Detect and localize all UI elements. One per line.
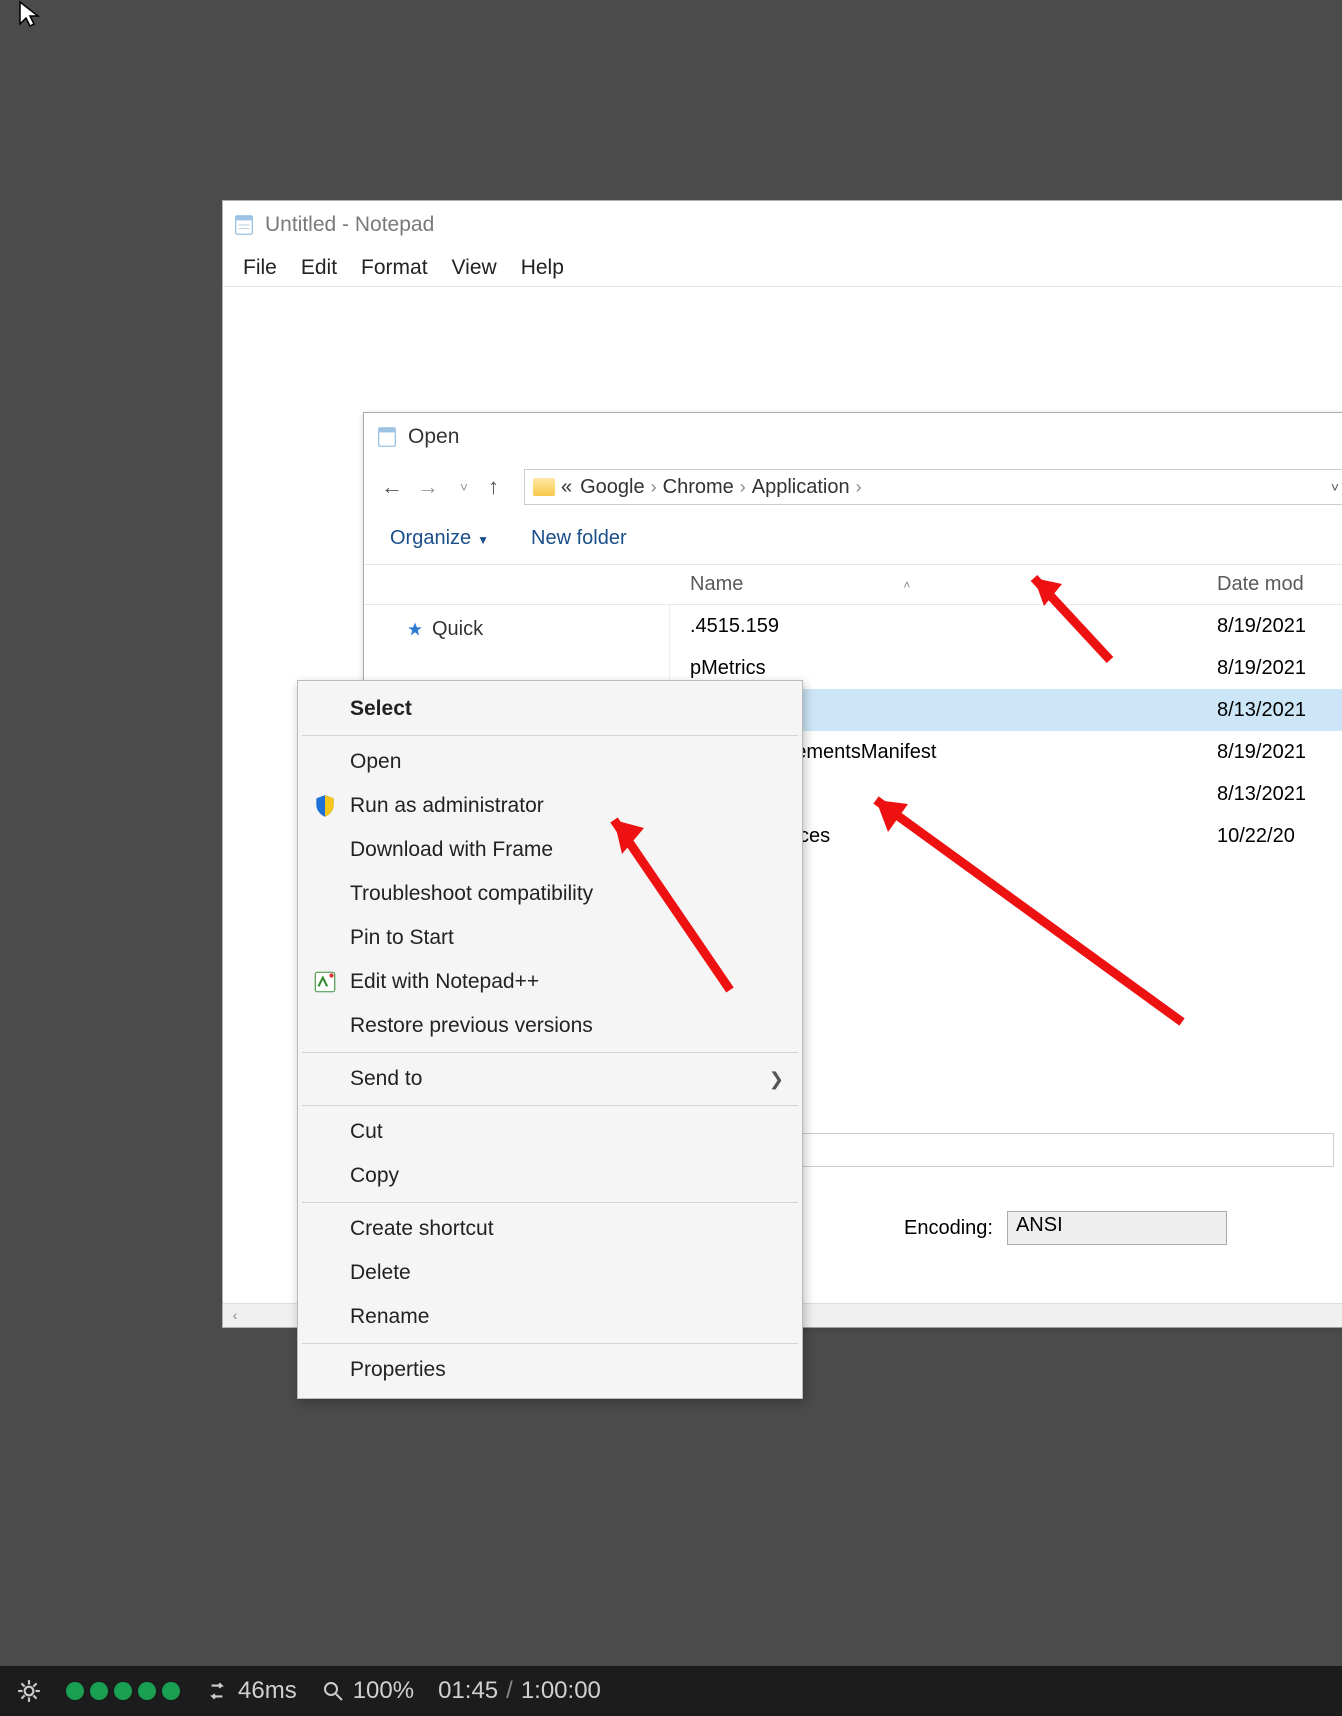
context-menu-separator	[302, 1052, 798, 1053]
context-menu-label: Copy	[350, 1164, 399, 1188]
context-menu-label: Select	[350, 697, 412, 721]
context-menu-separator	[302, 735, 798, 736]
connection-dots	[66, 1682, 180, 1700]
organize-button[interactable]: Organize▼	[390, 527, 489, 550]
encoding-combobox[interactable]: ANSI	[1007, 1211, 1227, 1245]
search-icon	[321, 1679, 345, 1703]
context-menu-item[interactable]: Rename	[300, 1295, 800, 1339]
context-menu-item[interactable]: Properties	[300, 1348, 800, 1392]
open-dialog-title: Open	[408, 425, 459, 449]
column-name-header[interactable]: Name	[690, 573, 743, 596]
context-menu-label: Edit with Notepad++	[350, 970, 539, 994]
context-menu-label: Run as administrator	[350, 794, 544, 818]
context-menu-separator	[302, 1105, 798, 1106]
breadcrumb-part[interactable]: Application	[752, 476, 850, 499]
notepad-plus-plus-icon	[312, 969, 338, 995]
file-date: 8/13/2021	[1217, 699, 1342, 722]
context-menu-item[interactable]: Create shortcut	[300, 1207, 800, 1251]
retweet-icon	[204, 1678, 230, 1704]
page-statusbar: 46ms 100% 01:45 / 1:00:00	[0, 1666, 1342, 1716]
breadcrumb-part[interactable]: Google	[572, 476, 645, 499]
context-menu-item[interactable]: Restore previous versions	[300, 1004, 800, 1048]
scroll-left-icon[interactable]: ‹	[225, 1307, 245, 1325]
context-menu-label: Rename	[350, 1305, 429, 1329]
context-menu-separator	[302, 1202, 798, 1203]
nav-forward-icon[interactable]: →	[416, 474, 440, 500]
nav-up-icon[interactable]: ↑	[488, 474, 512, 500]
context-menu-label: Troubleshoot compatibility	[350, 882, 593, 906]
file-date: 8/13/2021	[1217, 783, 1342, 806]
notepad-icon	[376, 426, 398, 448]
context-menu-label: Download with Frame	[350, 838, 553, 862]
nav-back-icon[interactable]: ←	[380, 474, 404, 500]
latency-indicator: 46ms	[204, 1677, 297, 1705]
menu-file[interactable]: File	[231, 256, 289, 280]
mouse-cursor-icon	[18, 0, 42, 28]
zoom-indicator[interactable]: 100%	[321, 1677, 414, 1705]
context-menu-item[interactable]: Open	[300, 740, 800, 784]
file-date: 10/22/20	[1217, 825, 1342, 848]
notepad-title: Untitled - Notepad	[265, 213, 434, 237]
breadcrumb[interactable]: « Google › Chrome › Application › ˅	[524, 469, 1342, 505]
time-indicator: 01:45 / 1:00:00	[438, 1677, 601, 1705]
shield-icon	[312, 793, 338, 819]
file-date: 8/19/2021	[1217, 657, 1342, 680]
open-dialog-titlebar[interactable]: Open	[364, 413, 1342, 461]
chevron-right-icon[interactable]: ›	[734, 477, 752, 498]
tree-item-label: Quick	[432, 618, 483, 641]
notepad-icon	[233, 214, 255, 236]
encoding-label: Encoding:	[904, 1217, 993, 1240]
context-menu-label: Create shortcut	[350, 1217, 494, 1241]
nav-recent-dropdown-icon[interactable]: ˅	[452, 479, 476, 495]
context-menu-label: Properties	[350, 1358, 446, 1382]
open-dialog-navrow: ← → ˅ ↑ « Google › Chrome › Application …	[364, 461, 1342, 513]
gear-icon[interactable]	[16, 1678, 42, 1704]
menu-edit[interactable]: Edit	[289, 256, 349, 280]
file-name: pMetrics	[690, 657, 1217, 680]
context-menu-item[interactable]: Cut	[300, 1110, 800, 1154]
open-dialog-toolbar: Organize▼ New folder	[364, 513, 1342, 565]
breadcrumb-dropdown-icon[interactable]: ˅	[1331, 479, 1339, 495]
annotation-arrow	[590, 800, 750, 1000]
column-date-header[interactable]: Date mod	[1217, 573, 1342, 596]
new-folder-button[interactable]: New folder	[531, 527, 627, 550]
context-menu-separator	[302, 1343, 798, 1344]
menu-format[interactable]: Format	[349, 256, 440, 280]
notepad-titlebar[interactable]: Untitled - Notepad	[223, 201, 1342, 249]
breadcrumb-part[interactable]: Chrome	[663, 476, 734, 499]
chevron-down-icon: ▼	[471, 533, 489, 547]
context-menu-label: Cut	[350, 1120, 383, 1144]
chevron-right-icon[interactable]: ›	[645, 477, 663, 498]
context-menu-item[interactable]: Copy	[300, 1154, 800, 1198]
sort-asc-icon[interactable]: ˄	[903, 578, 910, 592]
context-menu-label: Send to	[350, 1067, 422, 1091]
quick-access-icon	[406, 621, 424, 639]
context-menu-label: Delete	[350, 1261, 411, 1285]
annotation-arrow	[1010, 560, 1130, 670]
context-menu: Select Open Run as administrator Download w…	[297, 680, 803, 1399]
context-menu-label: Restore previous versions	[350, 1014, 593, 1038]
menu-help[interactable]: Help	[509, 256, 576, 280]
chevron-right-icon: ❯	[769, 1069, 784, 1090]
file-date: 8/19/2021	[1217, 615, 1342, 638]
notepad-menubar: File Edit Format View Help	[223, 249, 1342, 287]
context-menu-item[interactable]: Select	[300, 687, 800, 731]
chevron-right-icon[interactable]: ›	[850, 477, 868, 498]
breadcrumb-overflow[interactable]: «	[561, 476, 572, 499]
context-menu-item[interactable]: Delete	[300, 1251, 800, 1295]
context-menu-item[interactable]: Send to ❯	[300, 1057, 800, 1101]
annotation-arrow	[852, 782, 1192, 1032]
menu-view[interactable]: View	[440, 256, 509, 280]
file-name: .4515.159	[690, 615, 1217, 638]
context-menu-label: Open	[350, 750, 401, 774]
context-menu-label: Pin to Start	[350, 926, 454, 950]
file-row[interactable]: .4515.1598/19/2021	[670, 605, 1342, 647]
tree-item-quick-access[interactable]: Quick	[406, 615, 669, 644]
folder-icon	[533, 478, 555, 496]
file-date: 8/19/2021	[1217, 741, 1342, 764]
file-list-header: Name ˄ Date mod	[364, 565, 1342, 605]
